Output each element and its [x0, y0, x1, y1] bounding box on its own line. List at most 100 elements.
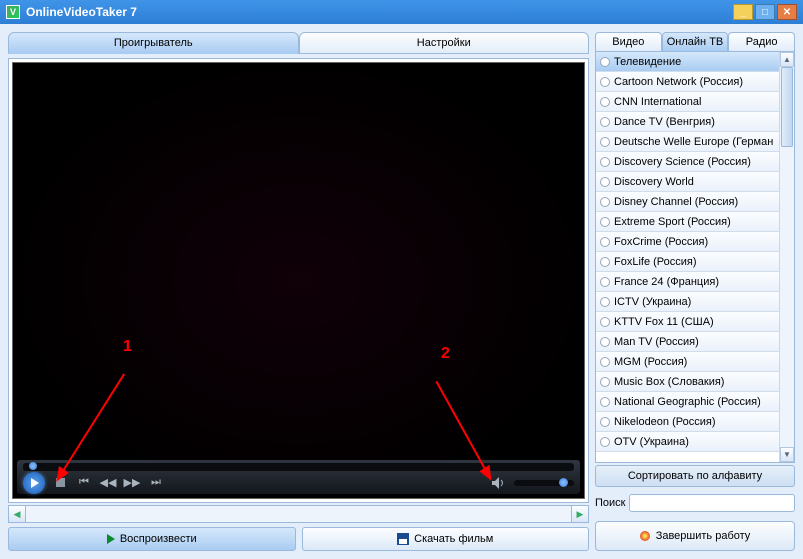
- channel-item[interactable]: National Geographic (Россия): [596, 392, 779, 412]
- tab-settings[interactable]: Настройки: [299, 32, 590, 54]
- channel-item[interactable]: OTV (Украина): [596, 432, 779, 452]
- channel-label: Extreme Sport (Россия): [614, 216, 731, 228]
- callout-2-label: 2: [441, 345, 450, 363]
- channel-label: Discovery Science (Россия): [614, 156, 751, 168]
- download-button[interactable]: Скачать фильм: [302, 527, 590, 551]
- radio-icon: [600, 137, 610, 147]
- hscroll-track[interactable]: [26, 505, 571, 523]
- channel-item[interactable]: Disney Channel (Россия): [596, 192, 779, 212]
- channel-item[interactable]: Extreme Sport (Россия): [596, 212, 779, 232]
- video-area[interactable]: ⏮ ◀◀ ▶▶ ⏭ 1 2: [12, 62, 585, 499]
- radio-icon: [600, 277, 610, 287]
- radio-icon: [600, 157, 610, 167]
- channel-item[interactable]: Телевидение: [596, 52, 779, 72]
- volume-thumb[interactable]: [559, 478, 568, 487]
- main-tabs: Проигрыватель Настройки: [8, 32, 589, 54]
- channel-list: Телевидение Cartoon Network (Россия) CNN I…: [596, 52, 779, 462]
- radio-icon: [600, 317, 610, 327]
- channel-label: Телевидение: [614, 56, 681, 68]
- tab-radio[interactable]: Радио: [728, 32, 795, 52]
- vscroll-down[interactable]: ▼: [780, 447, 794, 462]
- channel-label: Cartoon Network (Россия): [614, 76, 743, 88]
- radio-icon: [600, 217, 610, 227]
- channel-label: KTTV Fox 11 (США): [614, 316, 714, 328]
- horizontal-scrollbar: ◀ ▶: [8, 505, 589, 523]
- sort-button[interactable]: Сортировать по алфавиту: [595, 465, 795, 487]
- channel-item[interactable]: Man TV (Россия): [596, 332, 779, 352]
- radio-icon: [600, 97, 610, 107]
- play-video-button[interactable]: Воспроизвести: [8, 527, 296, 551]
- radio-icon: [600, 397, 610, 407]
- stop-icon: [640, 531, 650, 541]
- channel-label: Discovery World: [614, 176, 694, 188]
- radio-icon: [600, 337, 610, 347]
- exit-button[interactable]: Завершить работу: [595, 521, 795, 551]
- radio-icon: [600, 297, 610, 307]
- channel-item[interactable]: Nikelodeon (Россия): [596, 412, 779, 432]
- app-icon: V: [6, 5, 20, 19]
- window-title: OnlineVideoTaker 7: [26, 5, 733, 19]
- prev-track-button[interactable]: ⏮: [75, 474, 93, 492]
- channel-label: ICTV (Украина): [614, 296, 691, 308]
- radio-icon: [600, 197, 610, 207]
- vscroll-up[interactable]: ▲: [780, 52, 794, 67]
- save-icon: [397, 533, 409, 545]
- channel-item[interactable]: KTTV Fox 11 (США): [596, 312, 779, 332]
- forward-button[interactable]: ▶▶: [123, 474, 141, 492]
- channel-label: Nikelodeon (Россия): [614, 416, 716, 428]
- radio-icon: [600, 57, 610, 67]
- play-button[interactable]: [23, 472, 45, 494]
- play-icon: [107, 534, 115, 544]
- channel-label: Disney Channel (Россия): [614, 196, 738, 208]
- channel-item[interactable]: Music Box (Словакия): [596, 372, 779, 392]
- stop-button[interactable]: [51, 474, 69, 492]
- radio-icon: [600, 417, 610, 427]
- channel-label: FoxCrime (Россия): [614, 236, 708, 248]
- volume-slider[interactable]: [514, 480, 574, 486]
- channel-label: OTV (Украина): [614, 436, 689, 448]
- volume-icon[interactable]: [490, 474, 508, 492]
- minimize-button[interactable]: _: [733, 4, 753, 20]
- radio-icon: [600, 437, 610, 447]
- channel-label: MGM (Россия): [614, 356, 687, 368]
- maximize-button[interactable]: □: [755, 4, 775, 20]
- rewind-button[interactable]: ◀◀: [99, 474, 117, 492]
- channel-item[interactable]: FoxCrime (Россия): [596, 232, 779, 252]
- tab-online-tv[interactable]: Онлайн ТВ: [662, 32, 729, 52]
- vscroll-thumb[interactable]: [781, 67, 793, 147]
- channel-label: Dance TV (Венгрия): [614, 116, 715, 128]
- channel-item[interactable]: CNN International: [596, 92, 779, 112]
- seek-bar[interactable]: [23, 463, 574, 471]
- channel-item[interactable]: Discovery World: [596, 172, 779, 192]
- close-button[interactable]: ✕: [777, 4, 797, 20]
- search-label: Поиск: [595, 497, 625, 509]
- channel-item[interactable]: Deutsche Welle Europe (Герман: [596, 132, 779, 152]
- search-input[interactable]: [629, 494, 795, 512]
- hscroll-right[interactable]: ▶: [571, 505, 589, 523]
- vscroll-track[interactable]: [780, 67, 794, 447]
- radio-icon: [600, 177, 610, 187]
- next-track-button[interactable]: ⏭: [147, 474, 165, 492]
- channel-item[interactable]: Discovery Science (Россия): [596, 152, 779, 172]
- channel-item[interactable]: France 24 (Франция): [596, 272, 779, 292]
- channel-item[interactable]: Dance TV (Венгрия): [596, 112, 779, 132]
- channel-item[interactable]: ICTV (Украина): [596, 292, 779, 312]
- channel-item[interactable]: FoxLife (Россия): [596, 252, 779, 272]
- tab-player[interactable]: Проигрыватель: [8, 32, 299, 54]
- vertical-scrollbar: ▲ ▼: [779, 52, 794, 462]
- channel-label: Music Box (Словакия): [614, 376, 724, 388]
- radio-icon: [600, 237, 610, 247]
- seek-thumb[interactable]: [29, 462, 37, 470]
- exit-label: Завершить работу: [656, 530, 751, 542]
- titlebar: V OnlineVideoTaker 7 _ □ ✕: [0, 0, 803, 24]
- player-controls: ⏮ ◀◀ ▶▶ ⏭: [17, 460, 580, 494]
- radio-icon: [600, 117, 610, 127]
- channel-item[interactable]: MGM (Россия): [596, 352, 779, 372]
- hscroll-left[interactable]: ◀: [8, 505, 26, 523]
- radio-icon: [600, 357, 610, 367]
- channel-item[interactable]: Cartoon Network (Россия): [596, 72, 779, 92]
- channel-label: National Geographic (Россия): [614, 396, 761, 408]
- channel-label: CNN International: [614, 96, 701, 108]
- tab-video[interactable]: Видео: [595, 32, 662, 52]
- callout-arrows: [13, 63, 584, 498]
